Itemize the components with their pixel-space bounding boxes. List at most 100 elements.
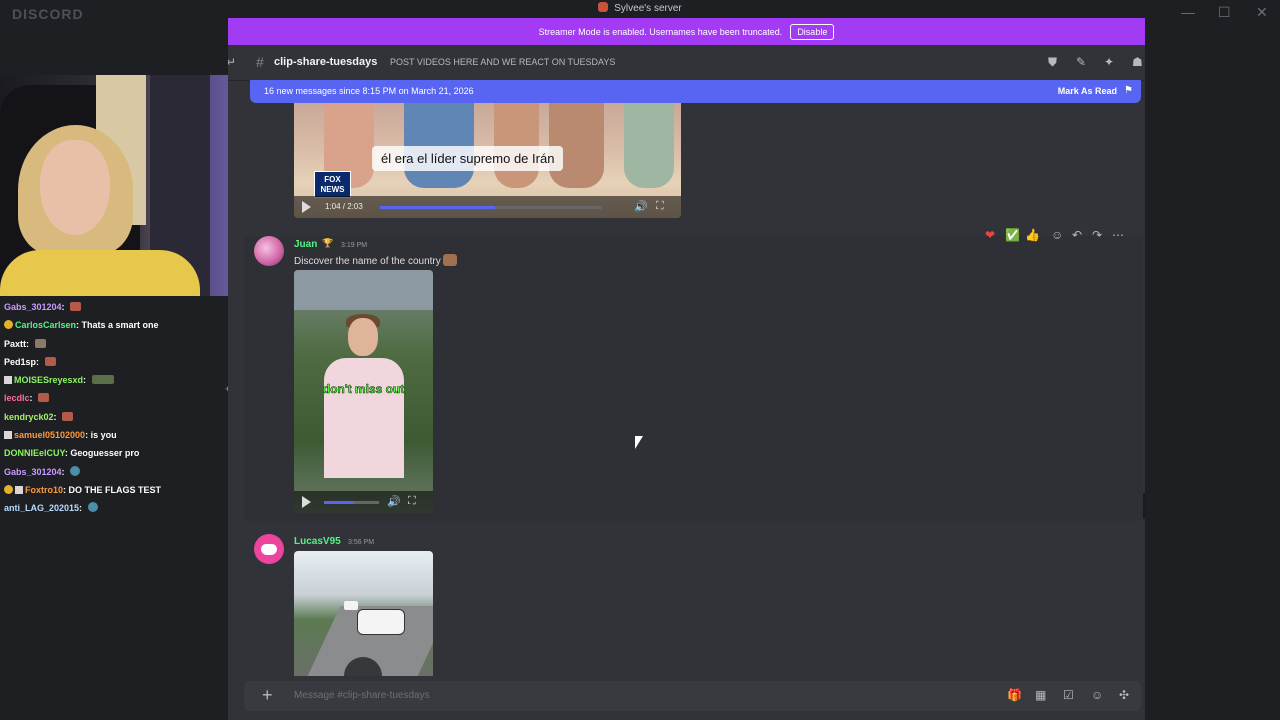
stream-chat-line: Ped1sp: xyxy=(4,355,226,373)
seek-bar-fill xyxy=(380,206,496,209)
emoji-picker-icon[interactable]: ☺ xyxy=(1091,688,1103,702)
apps-icon[interactable]: ✣ xyxy=(1119,688,1129,702)
message-author[interactable]: LucasV95 xyxy=(294,536,341,547)
streamer-mode-banner: Streamer Mode is enabled. Usernames have… xyxy=(228,18,1145,45)
seek-bar[interactable] xyxy=(380,206,602,209)
video-subtitle: don't miss out xyxy=(322,382,405,397)
attach-plus-icon[interactable]: + xyxy=(262,685,273,706)
stream-chat-username: Gabs_301204 xyxy=(4,302,62,312)
stream-chat-username: CarlosCarlsen xyxy=(15,320,77,331)
fullscreen-icon[interactable]: ⛶ xyxy=(408,495,416,508)
stream-chat-line: CarlosCarlsen: Thats a smart one xyxy=(4,318,226,336)
stream-chat-line: Gabs_301204: xyxy=(4,300,226,318)
thumbs-up-reaction-icon[interactable]: 👍 xyxy=(1025,228,1040,242)
volume-icon[interactable]: 🔊 xyxy=(634,200,648,213)
seek-bar-fill xyxy=(324,501,355,504)
sub-badge-icon xyxy=(15,485,23,494)
badge-icon xyxy=(4,484,13,494)
scrollbar[interactable] xyxy=(1143,493,1145,519)
volume-icon[interactable]: 🔊 xyxy=(387,495,401,508)
server-name: Sylvee's server xyxy=(614,3,682,14)
stream-chat-text: Geoguesser pro xyxy=(70,448,140,459)
stream-chat-line: Gabs_301204: xyxy=(4,465,226,483)
message-composer[interactable]: + Message #clip-share-tuesdays 🎁 ▦ ☑ ☺ ✣ xyxy=(244,681,1141,711)
play-icon[interactable] xyxy=(302,201,311,213)
video-caption: él era el líder supremo de Irán xyxy=(372,146,564,171)
stream-chat-username: Foxtro10 xyxy=(25,484,64,495)
close-icon[interactable]: ✕ xyxy=(1256,4,1268,21)
message-text: Discover the name of the country xyxy=(294,254,457,267)
reply-icon[interactable]: ↶ xyxy=(1072,228,1082,242)
more-options-icon[interactable]: ⋯ xyxy=(1112,228,1124,242)
stream-chat-username: Ped1sp xyxy=(4,356,37,367)
screen: DISCORD Sylvee's server — ☐ ✕ Gabs_30120… xyxy=(0,0,1280,720)
fox-news-logo: FOX NEWS xyxy=(314,171,351,198)
stream-chat-username: anti_LAG_202015 xyxy=(4,503,80,514)
pin-icon[interactable]: ✦ xyxy=(1104,55,1114,69)
seek-bar[interactable] xyxy=(324,501,379,504)
stream-chat-line: anti_LAG_202015: xyxy=(4,501,226,519)
notifications-muted-icon[interactable]: ✎ xyxy=(1076,55,1086,69)
minimize-icon[interactable]: — xyxy=(1181,4,1195,20)
avatar[interactable] xyxy=(254,236,284,266)
add-reaction-icon[interactable]: ☺ xyxy=(1051,228,1063,242)
channel-topic[interactable]: POST VIDEOS HERE AND WE REACT ON TUESDAY… xyxy=(390,57,615,67)
stream-chat-text: DO THE FLAGS TEST xyxy=(68,484,162,495)
stream-chat-username: MOISESreyesxd xyxy=(14,375,84,386)
hashtag-icon: # xyxy=(256,54,264,70)
server-title: Sylvee's server xyxy=(0,2,1280,14)
stream-chat-text: Thats a smart one xyxy=(81,320,159,331)
mouse-cursor xyxy=(635,436,643,449)
emoji-icon xyxy=(442,254,457,266)
stream-chat-line: kendryck02: xyxy=(4,410,226,428)
trophy-icon: 🏆 xyxy=(322,238,334,248)
discord-window: Streamer Mode is enabled. Usernames have… xyxy=(228,18,1145,720)
stream-chat-line: samuel05102000: is you xyxy=(4,428,226,446)
emote-icon xyxy=(70,465,81,476)
badge-icon xyxy=(4,320,13,330)
emote-icon xyxy=(91,375,114,385)
gif-icon[interactable]: ▦ xyxy=(1035,688,1046,702)
fullscreen-icon[interactable]: ⛶ xyxy=(656,200,664,213)
title-bar: DISCORD Sylvee's server — ☐ ✕ xyxy=(0,0,1280,22)
new-messages-bar[interactable]: 16 new messages since 8:15 PM on March 2… xyxy=(250,80,1141,103)
video-controls: 1:04 / 2:03 🔊 ⛶ xyxy=(294,196,681,218)
stream-chat-text: is you xyxy=(90,430,117,441)
message-timestamp: 3:19 PM xyxy=(341,242,368,249)
emote-icon xyxy=(87,502,98,513)
mark-read-icon[interactable]: ⚑ xyxy=(1124,85,1133,96)
emote-icon xyxy=(44,356,56,366)
forward-icon[interactable]: ↷ xyxy=(1092,228,1102,242)
heart-reaction-icon[interactable]: ❤ xyxy=(985,228,995,242)
members-icon[interactable]: ☗ xyxy=(1132,55,1143,69)
video-player-3[interactable] xyxy=(294,551,433,676)
stream-chat-line: Paxtt: xyxy=(4,337,226,355)
play-icon[interactable] xyxy=(302,496,311,508)
message-body: Discover the name of the country xyxy=(294,256,441,267)
sub-badge-icon xyxy=(4,376,12,385)
back-icon[interactable]: ↵ xyxy=(228,55,236,69)
gift-icon[interactable]: 🎁 xyxy=(1007,688,1022,702)
stream-chat-line: MOISESreyesxd: xyxy=(4,373,226,391)
video-player-2[interactable]: don't miss out 🔊 ⛶ xyxy=(294,270,433,513)
message-input[interactable]: Message #clip-share-tuesdays xyxy=(294,690,430,701)
channel-header: ↵ # clip-share-tuesdays POST VIDEOS HERE… xyxy=(228,45,1145,81)
check-reaction-icon[interactable]: ✅ xyxy=(1005,228,1020,242)
channel-name: clip-share-tuesdays xyxy=(274,56,378,68)
stream-chat-username: lecdlc xyxy=(4,393,30,404)
video-time: 1:04 / 2:03 xyxy=(325,202,363,211)
maximize-icon[interactable]: ☐ xyxy=(1218,4,1231,21)
message-author[interactable]: Juan xyxy=(294,239,317,250)
mark-as-read-button[interactable]: Mark As Read xyxy=(1058,86,1117,96)
stream-chat-line: lecdlc: xyxy=(4,391,226,409)
discord-default-avatar-icon xyxy=(261,543,277,555)
emote-icon xyxy=(34,338,46,348)
video-player-1[interactable]: él era el líder supremo de Irán FOX NEWS… xyxy=(294,103,681,218)
threads-icon[interactable]: ⛊ xyxy=(1048,55,1057,70)
avatar[interactable] xyxy=(254,534,284,564)
streamer-mode-text: Streamer Mode is enabled. Usernames have… xyxy=(538,26,783,37)
emote-icon xyxy=(70,302,82,311)
stream-chat-username: kendryck02 xyxy=(4,411,54,422)
disable-streamer-mode-button[interactable]: Disable xyxy=(790,23,835,40)
sticker-icon[interactable]: ☑ xyxy=(1063,688,1074,702)
